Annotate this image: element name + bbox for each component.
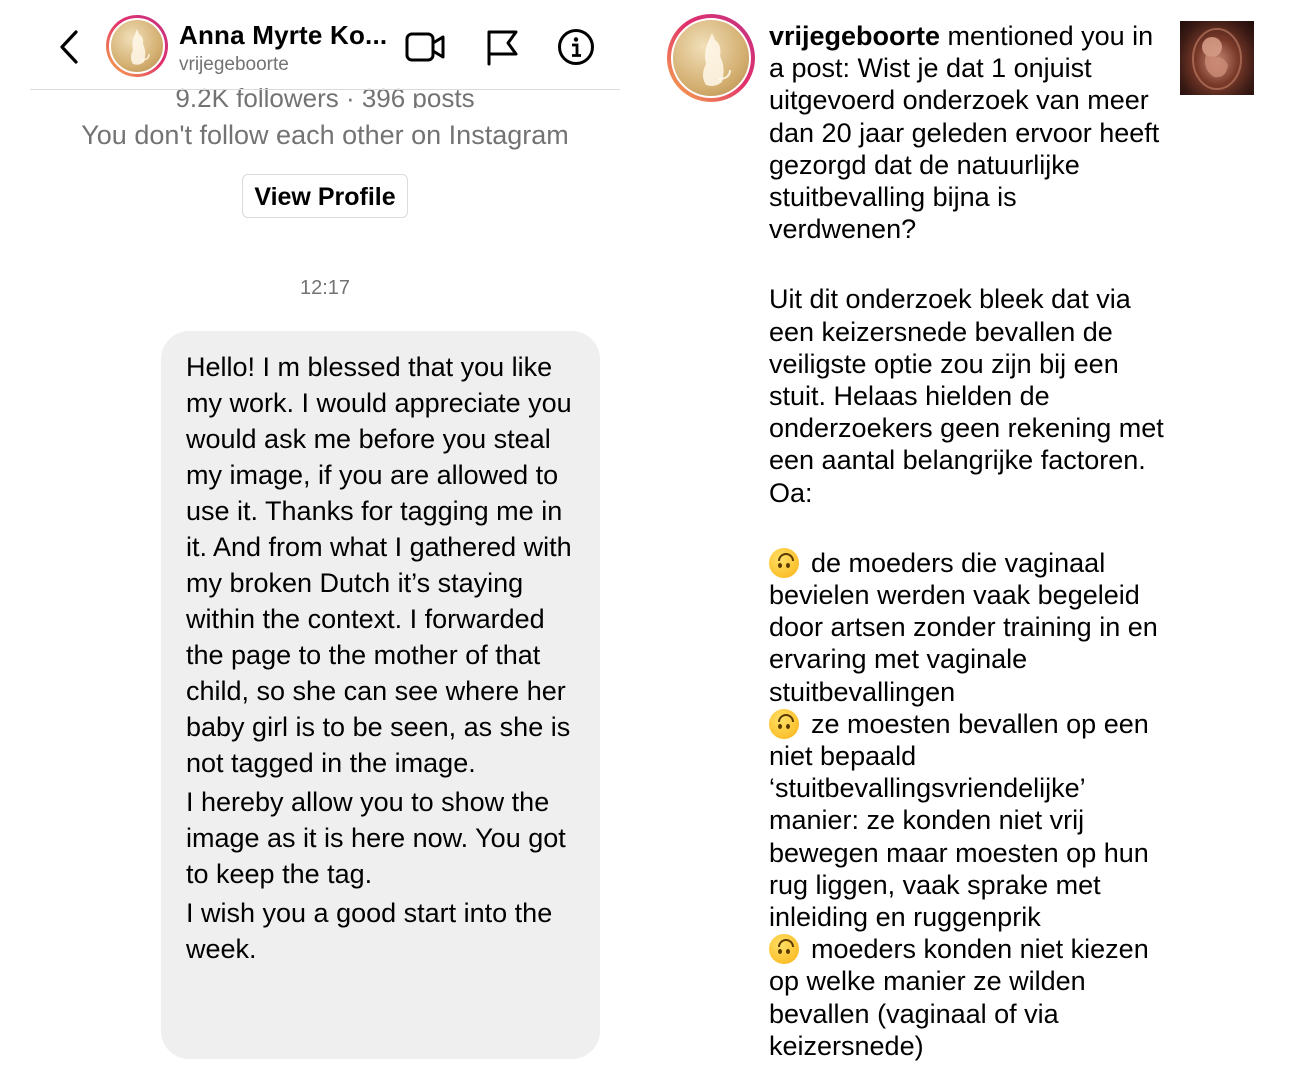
message-paragraph: I hereby allow you to show the image as … (186, 787, 566, 889)
notification-bullet: ze moesten bevallen op een niet bepaald … (769, 708, 1149, 933)
video-call-button[interactable] (404, 26, 446, 68)
info-icon (558, 29, 594, 65)
report-button[interactable] (480, 26, 522, 68)
notification-paragraph: Uit dit onderzoek bleek dat via een keiz… (769, 284, 1164, 508)
baby-photo-icon (1192, 28, 1242, 90)
header-divider (30, 89, 620, 90)
flag-icon (487, 30, 518, 66)
message-paragraph: Hello! I m blessed that you like my work… (186, 352, 572, 778)
info-button[interactable] (556, 26, 598, 68)
video-call-icon (405, 32, 445, 62)
notification-avatar[interactable] (667, 14, 755, 102)
notification-username[interactable]: vrijegeboorte (769, 21, 940, 51)
notification-bullet: de moeders die vaginaal bevielen werden … (769, 547, 1158, 707)
follow-relation: You don't follow each other on Instagram (81, 120, 569, 150)
post-thumbnail[interactable] (1180, 21, 1254, 95)
upside-down-face-icon (769, 708, 799, 739)
message-timestamp: 12:17 (299, 277, 351, 299)
message-bubble[interactable]: Hello! I m blessed that you like my work… (161, 331, 600, 1059)
avatar[interactable] (106, 15, 168, 77)
back-icon (60, 30, 78, 64)
notification-panel: vrijegeboorte mentioned you in a post: W… (650, 0, 1302, 1080)
message-paragraph: I wish you a good start into the week. (186, 898, 553, 964)
notification-bullet: moeders konden niet kiezen op welke mani… (769, 934, 1149, 1061)
chat-title[interactable]: Anna Myrte Ko... (179, 20, 387, 51)
view-profile-button[interactable]: View Profile (242, 174, 408, 218)
followers-count: 9.2K followers · 396 posts (175, 83, 475, 108)
cat-logo-icon (703, 33, 731, 86)
upside-down-face-icon (769, 547, 799, 578)
chat-username: vrijegeboorte (179, 54, 289, 75)
dm-panel: Anna Myrte Ko... vrijegeboorte 9.2K foll… (0, 0, 650, 1080)
notification-action: mentioned you in a post: Wist je dat 1 o… (769, 21, 1160, 245)
notification-text[interactable]: vrijegeboorte mentioned you in a post: W… (769, 20, 1169, 1062)
cat-logo-icon (131, 29, 150, 65)
upside-down-face-icon (769, 934, 799, 965)
back-button[interactable] (50, 24, 90, 70)
